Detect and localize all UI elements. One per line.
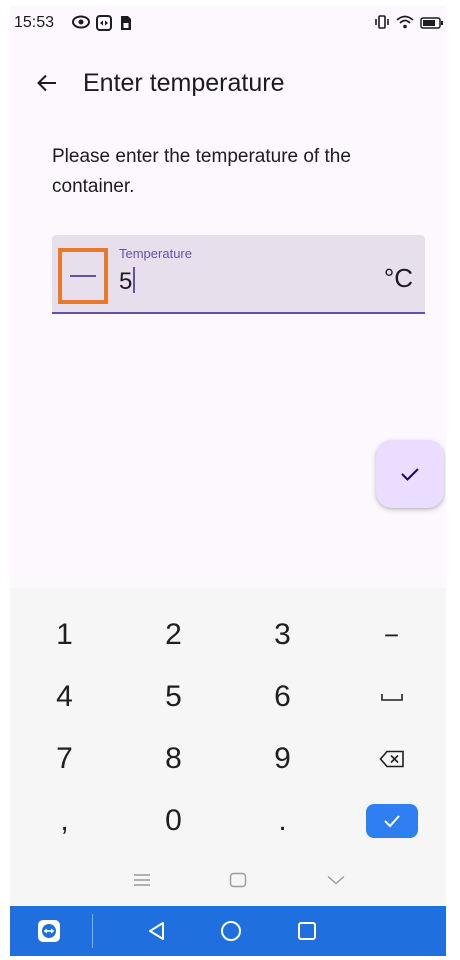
status-bar: 15:53 <box>10 6 446 38</box>
text-caret <box>133 267 136 293</box>
temperature-field[interactable]: Temperature 5 °C <box>52 235 425 314</box>
status-right-icons <box>374 15 444 34</box>
back-triangle-icon <box>149 922 164 940</box>
menu-icon <box>134 874 150 886</box>
teamviewer-icon <box>38 920 60 942</box>
teamviewer-icon <box>96 15 112 36</box>
numeric-keyboard: 1 2 3 − 4 5 6 7 8 9 , 0 . <box>10 588 446 906</box>
key-1[interactable]: 1 <box>10 604 119 666</box>
temperature-label: Temperature <box>119 246 192 261</box>
key-done[interactable] <box>337 790 446 852</box>
key-7[interactable]: 7 <box>10 728 119 790</box>
home-square-icon <box>229 872 247 888</box>
unit-suffix: °C <box>383 263 413 293</box>
key-space[interactable] <box>337 666 446 728</box>
instruction-text: Please enter the temperature of the cont… <box>52 146 351 197</box>
nav-divider <box>92 914 93 948</box>
key-comma[interactable]: , <box>10 790 119 852</box>
page-title: Enter temperature <box>83 69 285 97</box>
keyboard-home-button[interactable] <box>218 866 258 894</box>
wifi-icon <box>396 15 414 34</box>
nav-recents-button[interactable] <box>290 916 324 946</box>
home-circle-icon <box>221 921 241 941</box>
key-8[interactable]: 8 <box>119 728 228 790</box>
done-key-background <box>365 804 418 838</box>
teamviewer-button[interactable] <box>32 916 66 946</box>
recents-square-icon <box>298 922 316 940</box>
nav-back-button[interactable] <box>140 916 174 946</box>
sign-toggle-button[interactable] <box>58 248 108 304</box>
keyboard-nav-bar <box>10 860 446 900</box>
system-nav-bar <box>10 906 446 956</box>
key-4[interactable]: 4 <box>10 666 119 728</box>
chevron-down-icon <box>327 875 345 885</box>
key-9[interactable]: 9 <box>228 728 337 790</box>
field-underline <box>52 312 425 314</box>
eye-icon <box>72 15 90 34</box>
key-5[interactable]: 5 <box>119 666 228 728</box>
confirm-fab[interactable] <box>376 440 444 508</box>
check-icon <box>383 815 400 828</box>
key-3[interactable]: 3 <box>228 604 337 666</box>
sim-card-icon <box>120 15 132 36</box>
key-backspace[interactable] <box>337 728 446 790</box>
status-time: 15:53 <box>14 14 55 31</box>
key-6[interactable]: 6 <box>228 666 337 728</box>
vibrate-icon <box>374 15 390 34</box>
key-0[interactable]: 0 <box>119 790 228 852</box>
space-icon <box>380 694 403 701</box>
nav-home-button[interactable] <box>214 916 248 946</box>
temperature-input[interactable]: 5 <box>119 267 136 297</box>
key-period[interactable]: . <box>228 790 337 852</box>
keyboard-hide-button[interactable] <box>316 866 356 894</box>
temperature-value: 5 <box>119 268 133 295</box>
key-minus[interactable]: − <box>337 604 446 666</box>
arrow-left-icon <box>37 74 56 92</box>
key-2[interactable]: 2 <box>119 604 228 666</box>
app-bar: Enter temperature <box>10 62 446 106</box>
keyboard-menu-button[interactable] <box>122 866 162 894</box>
minus-icon <box>70 275 96 277</box>
check-icon <box>401 468 419 481</box>
backspace-icon <box>378 750 404 768</box>
app-screen: 15:53 Enter temperature Please enter the… <box>10 6 446 956</box>
battery-icon <box>420 16 444 34</box>
back-button[interactable] <box>32 68 62 98</box>
